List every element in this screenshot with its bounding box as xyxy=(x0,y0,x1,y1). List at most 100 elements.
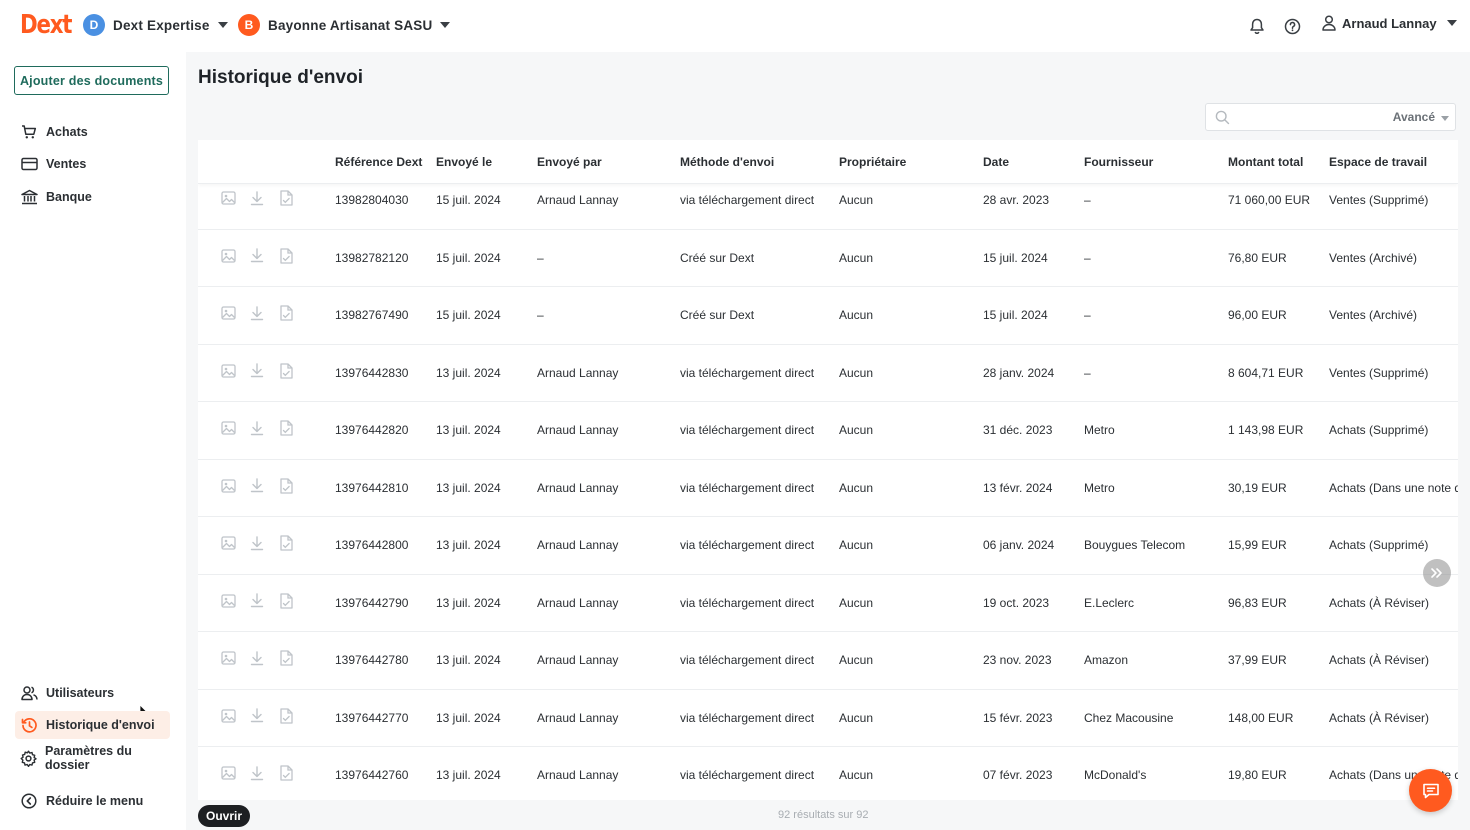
column-header-supplier[interactable]: Fournisseur xyxy=(1084,155,1153,169)
table-row[interactable]: 13976442830 13 juil. 2024 Arnaud Lannay via… xyxy=(198,345,1458,402)
document-icon[interactable] xyxy=(278,477,294,495)
view-image-icon[interactable] xyxy=(220,764,236,782)
download-icon[interactable] xyxy=(249,419,265,437)
row-actions xyxy=(220,534,294,552)
cell-date: 19 oct. 2023 xyxy=(983,595,1050,610)
table-row[interactable]: 13982767490 15 juil. 2024 – Créé sur Dext Au… xyxy=(198,287,1458,345)
document-icon[interactable] xyxy=(278,189,294,207)
advanced-search-toggle[interactable]: Avancé xyxy=(1393,110,1435,124)
client-name: Bayonne Artisanat SASU xyxy=(268,17,433,33)
cell-reference: 13976442810 xyxy=(335,480,409,495)
view-image-icon[interactable] xyxy=(220,189,236,207)
cell-sent-on: 15 juil. 2024 xyxy=(436,308,501,322)
bank-icon xyxy=(20,188,38,206)
table-row[interactable]: 13976442790 13 juil. 2024 Arnaud Lannay via… xyxy=(198,575,1458,632)
table-row[interactable]: 13976442770 13 juil. 2024 Arnaud Lannay via… xyxy=(198,690,1458,747)
view-image-icon[interactable] xyxy=(220,707,236,725)
download-icon[interactable] xyxy=(249,477,265,495)
download-icon[interactable] xyxy=(249,707,265,725)
column-header-method[interactable]: Méthode d'envoi xyxy=(680,155,774,169)
cell-date: 28 avr. 2023 xyxy=(983,193,1050,207)
cart-icon xyxy=(20,123,38,141)
cell-reference: 13976442780 xyxy=(335,653,409,667)
sidebar-item-label: Banque xyxy=(46,190,92,204)
cell-supplier: Chez Macousine xyxy=(1084,710,1174,725)
download-icon[interactable] xyxy=(249,534,265,552)
column-header-reference[interactable]: Référence Dext xyxy=(335,155,422,169)
view-image-icon[interactable] xyxy=(220,304,236,322)
cell-date: 15 juil. 2024 xyxy=(983,250,1048,265)
sidebar-item-achats[interactable]: Achats xyxy=(15,118,170,146)
download-icon[interactable] xyxy=(249,189,265,207)
view-image-icon[interactable] xyxy=(220,534,236,552)
sidebar-item-utilisateurs[interactable]: Utilisateurs xyxy=(15,679,170,707)
cell-reference: 13976442770 xyxy=(335,710,409,725)
document-icon[interactable] xyxy=(278,707,294,725)
cell-workspace: Ventes (Supprimé) xyxy=(1329,365,1429,380)
cell-total: 76,80 EUR xyxy=(1228,250,1287,265)
cell-sent-by: Arnaud Lannay xyxy=(537,365,619,380)
column-header-owner[interactable]: Propriétaire xyxy=(839,155,906,169)
document-icon[interactable] xyxy=(278,362,294,380)
document-icon[interactable] xyxy=(278,592,294,610)
cell-method: via téléchargement direct xyxy=(680,423,815,437)
cell-method: Créé sur Dext xyxy=(680,308,755,322)
table-row[interactable]: 13976442800 13 juil. 2024 Arnaud Lannay via… xyxy=(198,517,1458,575)
history-icon xyxy=(20,716,38,734)
document-icon[interactable] xyxy=(278,247,294,265)
cell-date: 23 nov. 2023 xyxy=(983,653,1052,667)
view-image-icon[interactable] xyxy=(220,649,236,667)
table-row[interactable]: 13976442780 13 juil. 2024 Arnaud Lannay via… xyxy=(198,632,1458,690)
document-icon[interactable] xyxy=(278,764,294,782)
view-image-icon[interactable] xyxy=(220,592,236,610)
table-row[interactable]: 13982782120 15 juil. 2024 – Créé sur Dext Au… xyxy=(198,230,1458,287)
sidebar-item-banque[interactable]: Banque xyxy=(15,183,170,211)
cell-supplier: McDonald's xyxy=(1084,768,1147,782)
sidebar-item-historique[interactable]: Historique d'envoi xyxy=(15,711,170,739)
column-header-workspace[interactable]: Espace de travail xyxy=(1329,155,1427,169)
column-header-date[interactable]: Date xyxy=(983,155,1009,169)
gear-icon xyxy=(20,749,37,767)
practice-switcher[interactable]: D Dext Expertise xyxy=(83,14,228,36)
view-image-icon[interactable] xyxy=(220,362,236,380)
scroll-right-button[interactable] xyxy=(1423,559,1451,587)
column-header-total[interactable]: Montant total xyxy=(1228,155,1303,169)
column-header-sent-by[interactable]: Envoyé par xyxy=(537,155,602,169)
help-icon[interactable] xyxy=(1281,15,1303,37)
download-icon[interactable] xyxy=(249,649,265,667)
download-icon[interactable] xyxy=(249,304,265,322)
view-image-icon[interactable] xyxy=(220,419,236,437)
bell-icon[interactable] xyxy=(1246,15,1268,37)
document-icon[interactable] xyxy=(278,304,294,322)
column-header-sent-on[interactable]: Envoyé le xyxy=(436,155,492,169)
cell-owner: Aucun xyxy=(839,480,874,495)
dext-logo[interactable]: Dext xyxy=(20,10,72,40)
cell-date: 13 févr. 2024 xyxy=(983,480,1053,495)
cell-owner: Aucun xyxy=(839,365,874,380)
table-row[interactable]: 13976442810 13 juil. 2024 Arnaud Lannay via… xyxy=(198,460,1458,517)
table-row[interactable]: 13976442760 13 juil. 2024 Arnaud Lannay via… xyxy=(198,747,1458,800)
chat-button[interactable] xyxy=(1409,769,1452,812)
sidebar-item-reduire[interactable]: Réduire le menu xyxy=(15,787,170,815)
view-image-icon[interactable] xyxy=(220,247,236,265)
sidebar-item-parametres[interactable]: Paramètres du dossier xyxy=(15,744,170,772)
download-icon[interactable] xyxy=(249,247,265,265)
user-menu[interactable]: Arnaud Lannay xyxy=(1322,15,1457,31)
open-button[interactable]: Ouvrir xyxy=(198,805,251,827)
download-icon[interactable] xyxy=(249,592,265,610)
cell-sent-on: 13 juil. 2024 xyxy=(436,480,501,495)
chat-icon xyxy=(1422,783,1439,798)
sidebar-item-ventes[interactable]: Ventes xyxy=(15,150,170,178)
document-icon[interactable] xyxy=(278,419,294,437)
row-actions xyxy=(220,304,294,322)
document-icon[interactable] xyxy=(278,649,294,667)
client-switcher[interactable]: B Bayonne Artisanat SASU xyxy=(238,14,451,36)
document-icon[interactable] xyxy=(278,534,294,552)
view-image-icon[interactable] xyxy=(220,477,236,495)
download-icon[interactable] xyxy=(249,764,265,782)
table-row[interactable]: 13976442820 13 juil. 2024 Arnaud Lannay via… xyxy=(198,402,1458,460)
search-input[interactable]: Avancé xyxy=(1205,103,1456,131)
add-documents-button[interactable]: Ajouter des documents xyxy=(14,66,169,95)
download-icon[interactable] xyxy=(249,362,265,380)
cell-owner: Aucun xyxy=(839,250,874,265)
